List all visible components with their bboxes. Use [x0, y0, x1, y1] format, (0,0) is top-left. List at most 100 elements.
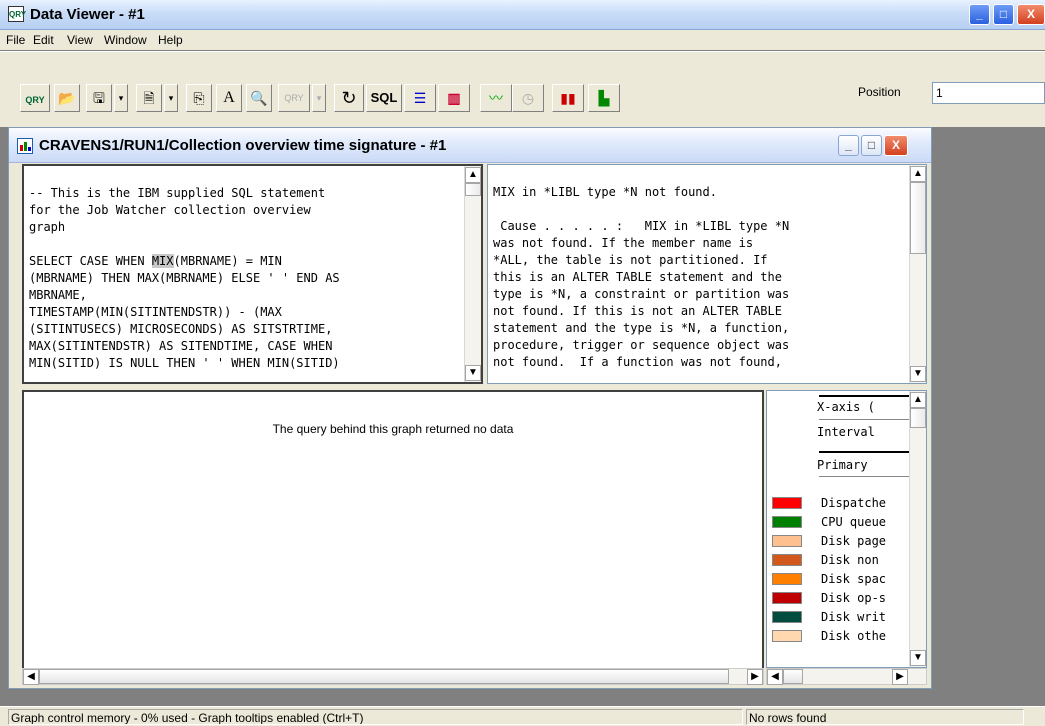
legend-item: Disk page [767, 533, 907, 550]
graph-close-button[interactable]: X [884, 135, 908, 156]
message-scrollbar[interactable]: ▲ ▼ [909, 165, 926, 383]
save-dropdown-icon[interactable]: ▾ [114, 84, 128, 112]
message-line [493, 201, 921, 218]
maximize-button[interactable]: □ [993, 4, 1014, 25]
scroll-thumb[interactable] [910, 182, 926, 254]
message-text[interactable]: MIX in *LIBL type *N not found. Cause . … [488, 165, 926, 383]
legend-divider [819, 451, 909, 453]
menu-help[interactable]: Help [158, 33, 183, 47]
legend-xaxis-label: X-axis ( [817, 400, 875, 414]
toolbar: QRY 📂 🖫 ▾ 🗎 ▾ ⎘ A 🔍 QRY ▾ ↻ SQL ☰ ▥ 〰 ◷ … [0, 51, 1045, 127]
graph-minimize-button[interactable]: _ [838, 135, 859, 156]
legend-label: CPU queue [821, 515, 887, 529]
scroll-left-icon[interactable]: ◀ [767, 669, 783, 685]
message-line: this is an ALTER TABLE statement and the [493, 270, 782, 284]
save-icon[interactable]: 🖫 [86, 84, 112, 112]
sql-button[interactable]: SQL [366, 84, 402, 112]
menu-bar: File Edit View Window Help [0, 30, 1045, 50]
scroll-thumb[interactable] [39, 669, 729, 684]
sql-text[interactable]: -- This is the IBM supplied SQL statemen… [24, 166, 481, 382]
legend-interval-label: Interval [817, 425, 875, 439]
legend-item: Disk op-s [767, 590, 907, 607]
message-line: procedure, trigger or sequence object wa… [493, 338, 790, 352]
scroll-down-icon[interactable]: ▼ [910, 650, 926, 666]
open-folder-icon[interactable]: 📂 [54, 84, 80, 112]
properties-dropdown-icon[interactable]: ▾ [164, 84, 178, 112]
scroll-down-icon[interactable]: ▼ [910, 366, 926, 382]
graph-window-title-bar[interactable]: CRAVENS1/RUN1/Collection overview time s… [9, 128, 931, 163]
sql-line: TIMESTAMP(MIN(SITINTENDSTR)) - (MAX [29, 305, 282, 319]
legend-hscrollbar[interactable]: ◀ ▶ [766, 668, 927, 685]
legend-primary-label: Primary [817, 458, 868, 472]
legend-item: Disk writ [767, 609, 907, 626]
graph-pane[interactable]: The query behind this graph returned no … [22, 390, 764, 670]
status-bar: Graph control memory - 0% used - Graph t… [0, 706, 1045, 726]
query-icon[interactable]: QRY [20, 84, 50, 112]
legend-swatch [772, 592, 802, 604]
scroll-right-icon[interactable]: ▶ [747, 669, 763, 685]
message-line: Cause . . . . . : MIX in *LIBL type *N [493, 219, 790, 233]
legend-swatch [772, 497, 802, 509]
legend-swatch [772, 554, 802, 566]
position-input[interactable]: 1 [932, 82, 1045, 104]
legend-label: Disk othe [821, 629, 887, 643]
find-icon[interactable]: 🔍 [246, 84, 272, 112]
font-icon[interactable]: A [216, 84, 242, 112]
close-button[interactable]: X [1017, 4, 1045, 25]
refresh-icon[interactable]: ↻ [334, 84, 364, 112]
status-rows: No rows found [746, 709, 1024, 725]
legend-item: Disk spac [767, 571, 907, 588]
app-icon: QRY [8, 6, 26, 22]
sql-scrollbar[interactable]: ▲ ▼ [464, 166, 481, 382]
message-pane[interactable]: MIX in *LIBL type *N not found. Cause . … [487, 164, 927, 384]
sql-line: for the Job Watcher collection overview [29, 203, 311, 217]
bar-chart-icon[interactable]: ▥ [438, 84, 470, 112]
legend-swatch [772, 516, 802, 528]
scroll-up-icon[interactable]: ▲ [465, 167, 481, 183]
properties-icon[interactable]: 🗎 [136, 84, 162, 112]
status-memory: Graph control memory - 0% used - Graph t… [8, 709, 743, 725]
minimize-button[interactable]: _ [969, 4, 990, 25]
scroll-right-icon[interactable]: ▶ [892, 669, 908, 685]
scroll-up-icon[interactable]: ▲ [910, 166, 926, 182]
graph-hscrollbar[interactable]: ◀ ▶ [22, 668, 764, 685]
sql-line: (SITINTUSECS) MICROSECONDS) AS SITSTRTIM… [29, 322, 333, 336]
sql-line: -- This is the IBM supplied SQL statemen… [29, 186, 326, 200]
legend-scrollbar[interactable]: ▲ ▼ [909, 391, 926, 667]
legend-swatch [772, 535, 802, 547]
scroll-down-icon[interactable]: ▼ [465, 365, 481, 381]
menu-file[interactable]: File [6, 33, 25, 47]
scroll-thumb[interactable] [783, 669, 803, 684]
sql-line: MIN(SITID) IS NULL THEN ' ' WHEN MIN(SIT… [29, 356, 340, 370]
legend-label: Disk op-s [821, 591, 887, 605]
sql-pane[interactable]: -- This is the IBM supplied SQL statemen… [22, 164, 483, 384]
message-line: *ALL, the table is not partitioned. If [493, 253, 768, 267]
table-view-icon[interactable]: ☰ [404, 84, 436, 112]
legend-item: Dispatche [767, 495, 907, 512]
no-data-message: The query behind this graph returned no … [272, 422, 514, 436]
legend-item: Disk non [767, 552, 907, 569]
copy-icon[interactable]: ⎘ [186, 84, 212, 112]
message-line: type is *N, a constraint or partition wa… [493, 287, 790, 301]
menu-window[interactable]: Window [104, 33, 147, 47]
app-title-bar[interactable]: QRY Data Viewer - #1 _ □ X [0, 0, 1045, 30]
scroll-thumb[interactable] [910, 408, 926, 428]
sql-line: graph [29, 220, 66, 234]
legend-pane[interactable]: X-axis ( Interval Primary Dispatche CPU q… [766, 390, 927, 668]
line-chart-icon[interactable]: 〰 [480, 84, 512, 112]
highlighted-token: MIX [151, 254, 174, 268]
sql-line [29, 236, 476, 253]
scroll-up-icon[interactable]: ▲ [910, 392, 926, 408]
legend-label: Disk non [821, 553, 879, 567]
menu-edit[interactable]: Edit [33, 33, 54, 47]
color-bars-icon[interactable]: ▙ [588, 84, 620, 112]
scroll-thumb[interactable] [465, 183, 481, 196]
scroll-left-icon[interactable]: ◀ [23, 669, 39, 685]
graph-window: CRAVENS1/RUN1/Collection overview time s… [8, 127, 932, 689]
bars-icon[interactable]: ▮▮ [552, 84, 584, 112]
legend-label: Disk spac [821, 572, 887, 586]
message-line: was not found. If the member name is [493, 236, 754, 250]
graph-maximize-button[interactable]: □ [861, 135, 882, 156]
legend-divider [819, 419, 909, 420]
menu-view[interactable]: View [67, 33, 93, 47]
